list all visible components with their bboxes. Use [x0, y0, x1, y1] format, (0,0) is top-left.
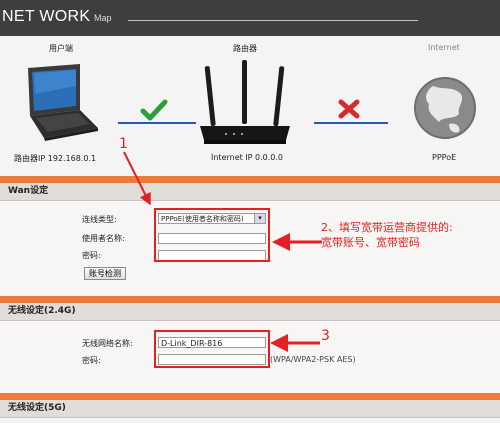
arrow-step1 [123, 151, 151, 206]
annotation-arrows [123, 151, 322, 352]
